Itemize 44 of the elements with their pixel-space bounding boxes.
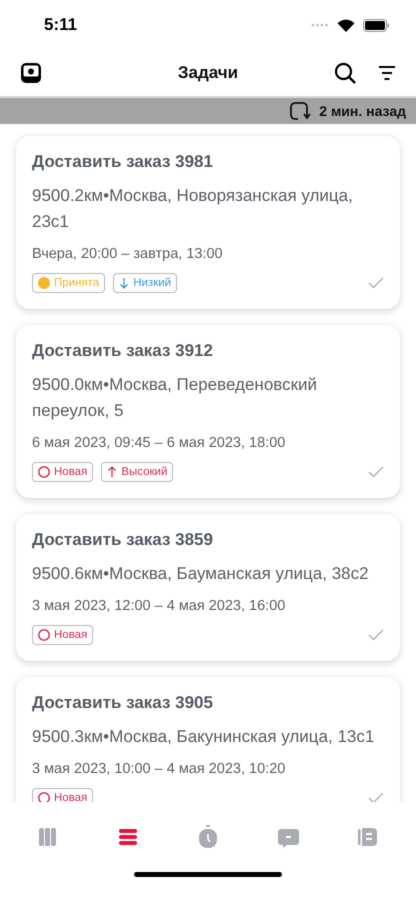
priority-tag: Высокий <box>101 462 174 482</box>
battery-icon <box>363 18 390 32</box>
priority-tag: Низкий <box>113 273 178 293</box>
sync-time: 2 мин. назад <box>319 103 406 119</box>
check-icon[interactable] <box>368 792 384 802</box>
status-tag: Новая <box>32 462 94 482</box>
task-address: 9500.6км•Москва, Бауманская улица, 38с2 <box>32 563 370 585</box>
task-card[interactable]: Доставить заказ 3912 9500.0км•Москва, Переведеновский переулок, 5 6 мая 2023, 09:45 – 6 мая 2023, 18:00 Новая Высокий <box>16 325 400 498</box>
task-card[interactable]: Доставить заказ 3981 9500.2км•Москва, Новорязанская улица, 23с1 Вчера, 20:00 – завтра, 13:00 Принята Низкий <box>16 136 400 309</box>
task-time-range: 3 мая 2023, 12:00 – 4 мая 2023, 16:00 <box>32 598 286 614</box>
task-title: Доставить заказ 3859 <box>32 530 214 550</box>
task-time-range: 3 мая 2023, 10:00 – 4 мая 2023, 10:20 <box>32 761 286 777</box>
profile-icon <box>20 62 42 84</box>
task-address: 9500.3км•Москва, Бакунинская улица, 13с1 <box>32 726 376 748</box>
task-address: 9500.2км•Москва, Новорязанская улица, 23с1 <box>32 185 354 233</box>
wifi-icon <box>337 18 355 32</box>
task-address: 9500.0км•Москва, Переведеновский переулок, 5 <box>32 374 318 422</box>
task-title: Доставить заказ 3912 <box>32 341 214 361</box>
signal-icon <box>311 23 329 27</box>
status-circle-icon <box>38 629 50 641</box>
board-icon <box>37 825 59 849</box>
screen-title: Задачи <box>176 63 240 83</box>
status-circle-icon <box>38 466 50 478</box>
status-time: 5:11 <box>44 15 78 35</box>
arrow-down-icon <box>119 277 130 289</box>
status-tag: Новая <box>32 625 94 645</box>
task-title: Доставить заказ 3905 <box>32 693 214 713</box>
search-icon <box>334 62 356 84</box>
task-time-range: Вчера, 20:00 – завтра, 13:00 <box>32 246 224 262</box>
check-icon[interactable] <box>368 277 384 289</box>
check-icon[interactable] <box>368 466 384 478</box>
task-card[interactable]: Доставить заказ 3905 9500.3км•Москва, Бакунинская улица, 13с1 3 мая 2023, 10:00 – 4 мая 2023, 10:20 Новая <box>16 677 400 802</box>
status-tag: Принята <box>32 273 106 293</box>
task-card[interactable]: Доставить заказ 3859 9500.6км•Москва, Бауманская улица, 38с2 3 мая 2023, 12:00 – 4 мая 2023, 16:00 Новая <box>16 514 400 661</box>
timer-icon <box>197 825 219 849</box>
task-title: Доставить заказ 3981 <box>32 152 214 172</box>
refresh-icon <box>289 101 312 121</box>
status-dot-icon <box>38 277 50 289</box>
arrow-up-icon <box>107 466 118 478</box>
filter-icon <box>378 64 396 82</box>
profile-icon <box>357 825 379 849</box>
check-icon[interactable] <box>368 629 384 641</box>
status-tag: Новая <box>32 788 94 802</box>
task-time-range: 6 мая 2023, 09:45 – 6 мая 2023, 18:00 <box>32 435 286 451</box>
